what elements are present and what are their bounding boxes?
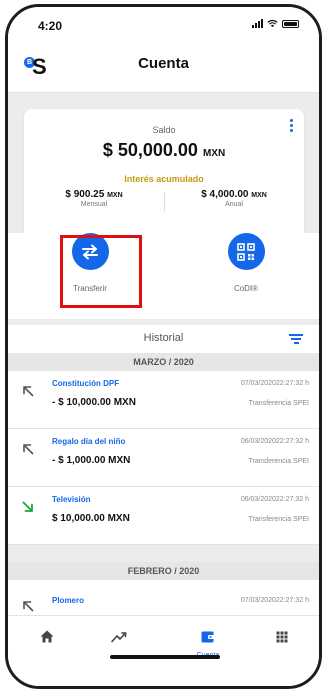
grid-menu-icon [276, 631, 288, 643]
trend-chart-icon [111, 632, 127, 643]
transaction-name: Constitución DPF [52, 379, 120, 388]
codi-label: CoDI® [233, 284, 259, 293]
transaction-name: Plomero [52, 596, 85, 605]
transfer-circle [71, 233, 109, 270]
section-header-febrero: FEBRERO / 2020 [8, 562, 319, 580]
saldo-currency: MXN [202, 148, 226, 159]
transaction-method: Transferencia SPEI [248, 516, 309, 523]
transaction-method: Transferencia SPEI [248, 400, 309, 407]
signal-icon [252, 19, 263, 28]
transaction-date: 06/03/202022:27:32 h [240, 438, 309, 445]
interes-mensual: $ 900.25 MXN Mensual [24, 189, 164, 208]
transaction-amount: - $ 1,000.00 MXN [52, 455, 131, 466]
transaction-date: 07/03/202022:27:32 h [240, 380, 309, 387]
transaction-row[interactable]: Constitución DPF - $ 10,000.00 MXN 07/03… [8, 371, 319, 429]
transaction-row[interactable]: Regalo día del niño - $ 1,000.00 MXN 06/… [8, 429, 319, 487]
battery-icon [282, 20, 299, 28]
mensual-amount: $ 900.25 [65, 189, 105, 200]
saldo-value: $ 50,000.00 [102, 140, 198, 160]
anual-amount: $ 4,000.00 [201, 189, 249, 200]
transaction-date: 07/03/202022:27:32 h [240, 597, 309, 604]
home-icon [40, 630, 54, 643]
transaction-name: Regalo día del niño [52, 437, 126, 446]
transaction-date: 06/03/202022:27:32 h [240, 496, 309, 503]
tab-home[interactable] [17, 630, 77, 648]
wallet-icon [201, 631, 215, 643]
historial-label: Historial [143, 332, 184, 344]
anual-label: Anual [225, 201, 243, 208]
transaction-row[interactable]: Televisión $ 10,000.00 MXN 06/03/202022:… [8, 487, 319, 545]
transaction-method: Transferencia SPEI [248, 458, 309, 465]
qr-code-icon [237, 242, 255, 261]
home-indicator[interactable] [110, 655, 220, 659]
outgoing-arrow-icon [23, 444, 34, 455]
status-icons [252, 19, 299, 28]
transaction-amount: $ 10,000.00 MXN [52, 513, 130, 524]
saldo-amount: $ 50,000.00 MXN [24, 140, 304, 161]
app-header: B S Cuenta [8, 41, 319, 93]
balance-card: Saldo $ 50,000.00 MXN Interés acumulado … [24, 109, 304, 249]
outgoing-arrow-icon [23, 601, 34, 612]
mensual-label: Mensual [80, 201, 108, 208]
transaction-amount: - $ 10,000.00 MXN [52, 397, 136, 408]
codi-circle [227, 233, 265, 270]
transfer-button[interactable]: Transferir [50, 233, 130, 293]
mensual-currency: MXN [107, 192, 123, 199]
page-title: Cuenta [138, 55, 189, 72]
transaction-row[interactable]: Plomero 07/03/202022:27:32 h [8, 580, 319, 620]
filter-icon[interactable] [289, 334, 303, 346]
outgoing-arrow-icon [23, 386, 34, 397]
bottom-tab-bar: Cuenta [8, 615, 319, 686]
transaction-name: Televisión [52, 495, 91, 504]
incoming-arrow-icon [22, 501, 33, 512]
historial-bar: Historial [8, 325, 319, 353]
anual-currency: MXN [251, 192, 267, 199]
codi-button[interactable]: CoDI® [206, 233, 286, 293]
status-bar: 4:20 [8, 7, 319, 41]
status-time: 4:20 [38, 19, 63, 33]
interes-label: Interés acumulado [124, 174, 204, 184]
interes-anual: $ 4,000.00 MXN Anual [164, 189, 304, 208]
swap-arrows-icon [82, 244, 98, 259]
quick-actions: Transferir CoDI® [8, 233, 319, 319]
saldo-label: Saldo [152, 125, 176, 135]
tab-menu[interactable] [252, 630, 312, 648]
tab-trends[interactable] [89, 630, 149, 648]
section-header-marzo: MARZO / 2020 [8, 353, 319, 371]
phone-frame: 4:20 B S Cuenta Saldo $ 50,000.00 MXN In… [5, 4, 322, 689]
transfer-label: Transferir [73, 284, 107, 293]
wifi-icon [267, 19, 278, 28]
